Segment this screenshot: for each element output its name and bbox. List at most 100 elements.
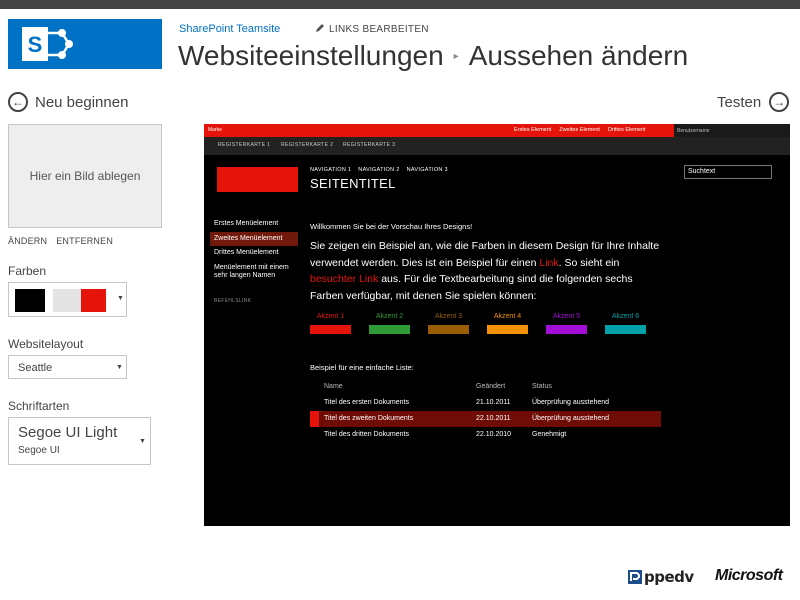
ppedv-logo-icon xyxy=(628,570,642,584)
site-layout-label: Websitelayout xyxy=(8,337,84,351)
preview-tab: REGISTERKARTE 1 xyxy=(218,142,271,148)
accent-bar xyxy=(369,325,410,334)
cell-changed: 21.10.2011 xyxy=(476,399,511,406)
preview-text-part: . So sieht ein xyxy=(558,256,620,269)
preview-tab: REGISTERKARTE 2 xyxy=(281,142,334,148)
cell-name: Titel des zweiten Dokuments xyxy=(324,415,414,422)
preview-nav-item: NAVIGATION 1 xyxy=(310,167,352,173)
accent-bar xyxy=(487,325,528,334)
cell-changed: 22.10.2010 xyxy=(476,431,512,438)
chevron-down-icon: ▼ xyxy=(117,295,124,302)
site-name-link[interactable]: SharePoint Teamsite xyxy=(179,23,280,35)
preview-search-box: Suchtext xyxy=(684,165,772,179)
color-swatch-black xyxy=(15,289,45,312)
preview-nav-item: NAVIGATION 2 xyxy=(358,167,400,173)
title-part-settings[interactable]: Websiteeinstellungen xyxy=(178,40,444,71)
preview-top-nav-item: Erstes Element xyxy=(514,127,552,133)
preview-menu-item: Menüelement mit einem sehr langen Namen xyxy=(214,263,289,280)
preview-menu-item: Erstes Menüelement xyxy=(214,220,279,227)
accent-label: Akzent 3 xyxy=(434,313,463,320)
start-over-button[interactable]: ← Neu beginnen xyxy=(8,92,128,112)
preview-quick-launch: Erstes Menüelement Zweites Menüelement D… xyxy=(210,217,298,308)
row-selection-marker xyxy=(310,411,319,427)
column-header-status: Status xyxy=(532,383,552,390)
cell-name: Titel des dritten Dokuments xyxy=(324,431,409,438)
try-it-out-button[interactable]: Testen → xyxy=(717,92,790,112)
table-row-selected: Titel des zweiten Dokuments 22.10.2011 Ü… xyxy=(310,411,661,427)
page-title: Websiteeinstellungen ▸ Aussehen ändern xyxy=(178,40,688,72)
preview-top-nav: Erstes Element Zweites Element Drittes Ele… xyxy=(514,127,654,133)
edit-links-button[interactable]: LINKS BEARBEITEN xyxy=(315,23,429,35)
font-scheme-select[interactable]: Segoe UI Light Segoe UI ▼ xyxy=(8,417,151,465)
preview-link: Link xyxy=(539,256,559,269)
accent-label: Akzent 2 xyxy=(375,313,404,320)
accent-label: Akzent 4 xyxy=(493,313,522,320)
cell-changed: 22.10.2011 xyxy=(476,415,511,422)
preview-menu-item-selected: Zweites Menüelement xyxy=(210,231,298,246)
suite-bar xyxy=(0,0,800,9)
pencil-icon xyxy=(316,24,324,32)
preview-ribbon-tabs: REGISTERKARTE 1 REGISTERKARTE 2 REGISTER… xyxy=(204,137,790,155)
accent-4: Akzent 4 xyxy=(487,313,528,334)
title-part-change-look: Aussehen ändern xyxy=(468,40,689,71)
preview-body-text: Sie zeigen ein Beispiel an, wie die Farb… xyxy=(310,238,666,304)
preview-nav-item: NAVIGATION 3 xyxy=(406,167,448,173)
accent-6: Akzent 6 xyxy=(605,313,646,334)
accent-label: Akzent 5 xyxy=(552,313,581,320)
site-layout-select[interactable]: Seattle ▼ xyxy=(8,355,127,379)
preview-tab: REGISTERKARTE 3 xyxy=(343,142,396,148)
body-font-value: Segoe UI xyxy=(18,445,60,456)
preview-username: Benutzername xyxy=(674,124,790,137)
preview-top-nav-item: Zweites Element xyxy=(559,127,600,133)
preview-brand: Marke xyxy=(208,127,222,133)
try-it-out-label: Testen xyxy=(717,93,762,111)
preview-accent-colors: Akzent 1 Akzent 2 Akzent 3 Akzent 4 Akze… xyxy=(310,313,656,337)
sharepoint-logo-icon: S xyxy=(22,27,73,61)
table-row: Titel des dritten Dokuments 22.10.2010 G… xyxy=(310,427,661,443)
color-swatch-red xyxy=(81,289,106,312)
change-image-link[interactable]: ÄNDERN xyxy=(8,236,47,246)
image-actions: ÄNDERN ENTFERNEN xyxy=(8,236,122,246)
preview-welcome-text: Willkommen Sie bei der Vorschau Ihres De… xyxy=(310,222,473,231)
color-swatch-lightgray xyxy=(53,289,81,312)
accent-label: Akzent 6 xyxy=(611,313,640,320)
accent-bar xyxy=(605,325,646,334)
cell-name: Titel des ersten Dokuments xyxy=(324,399,409,406)
accent-bar xyxy=(310,325,351,334)
accent-1: Akzent 1 xyxy=(310,313,351,334)
colors-label: Farben xyxy=(8,264,47,278)
ppedv-logo-text: ppedv xyxy=(644,568,694,586)
chevron-down-icon: ▼ xyxy=(139,438,146,445)
remove-image-link[interactable]: ENTFERNEN xyxy=(56,236,113,246)
sharepoint-logo[interactable]: S xyxy=(8,19,162,69)
chevron-down-icon: ▼ xyxy=(116,364,123,371)
accent-3: Akzent 3 xyxy=(428,313,469,334)
preview-command-link: BEFEHLSLINK xyxy=(214,297,252,304)
table-row: Titel des ersten Dokuments 21.10.2011 Üb… xyxy=(310,395,661,411)
cell-status: Überprüfung ausstehend xyxy=(532,399,610,406)
fonts-label: Schriftarten xyxy=(8,399,70,413)
accent-bar xyxy=(546,325,587,334)
ppedv-logo: ppedv xyxy=(628,568,694,586)
svg-text:S: S xyxy=(28,32,43,57)
preview-site-logo xyxy=(217,167,298,192)
accent-bar xyxy=(428,325,469,334)
preview-list-title: Beispiel für eine einfache Liste: xyxy=(310,363,414,372)
preview-visited-link: besuchter Link xyxy=(310,273,379,285)
color-scheme-dropdown[interactable]: ▼ xyxy=(8,282,127,317)
arrow-right-icon: → xyxy=(769,92,790,112)
preview-menu-item: Drittes Menüelement xyxy=(214,249,279,256)
cell-status: Überprüfung ausstehend xyxy=(532,415,610,422)
microsoft-logo: Microsoft xyxy=(715,567,783,584)
preview-top-nav-item: Drittes Element xyxy=(607,127,646,133)
arrow-left-icon: ← xyxy=(8,92,28,112)
column-header-changed: Geändert xyxy=(476,383,506,390)
image-dropzone[interactable]: Hier ein Bild ablegen xyxy=(8,124,162,228)
dropzone-label: Hier ein Bild ablegen xyxy=(29,169,141,183)
preview-page-title: SEITENTITEL xyxy=(310,176,396,191)
site-layout-value: Seattle xyxy=(18,362,53,374)
start-over-label: Neu beginnen xyxy=(35,93,129,111)
table-header: Name Geändert Status xyxy=(310,379,661,395)
edit-links-label: LINKS BEARBEITEN xyxy=(329,24,429,35)
column-header-name: Name xyxy=(324,383,343,390)
